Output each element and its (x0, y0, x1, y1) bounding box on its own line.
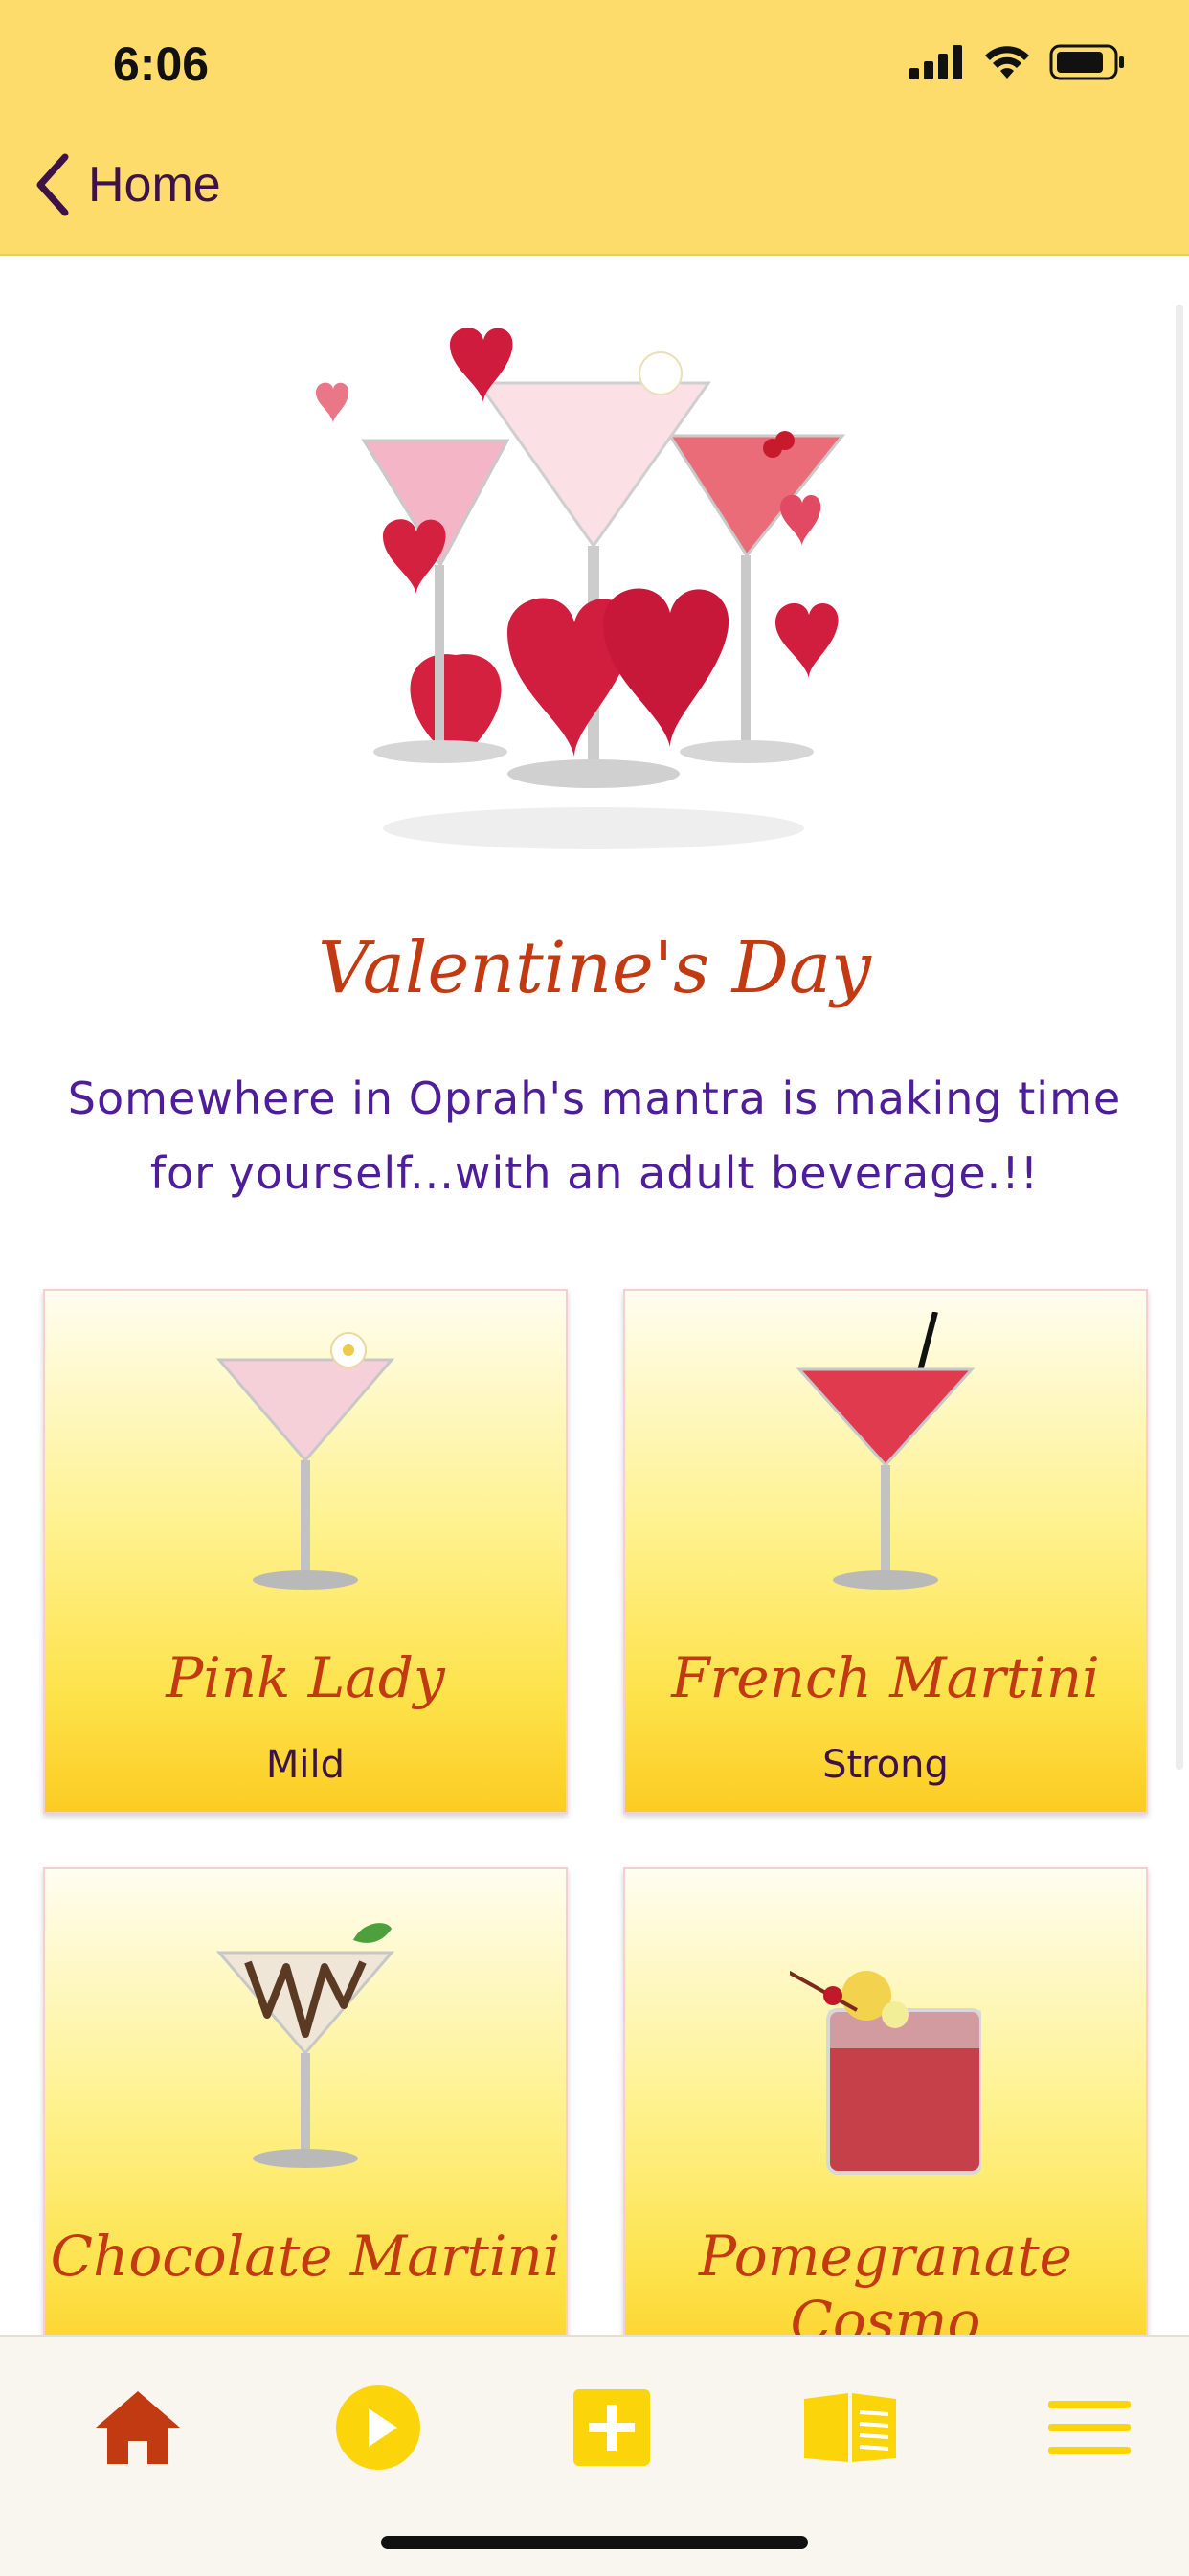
tab-book[interactable] (793, 2375, 908, 2480)
top-bar: 6:06 Home (0, 0, 1189, 256)
menu-icon (1048, 2401, 1131, 2454)
tab-home[interactable] (80, 2375, 195, 2480)
scroll-indicator[interactable] (1176, 305, 1183, 1770)
tab-play[interactable] (321, 2375, 436, 2480)
card-pink-lady[interactable]: Pink Lady Mild (43, 1289, 568, 1814)
tab-menu[interactable] (1032, 2375, 1147, 2480)
french-martini-image (796, 1312, 976, 1590)
home-icon (96, 2391, 180, 2464)
card-name: Chocolate Martini (50, 2224, 561, 2289)
card-chocolate-martini[interactable]: Chocolate Martini (43, 1867, 568, 2392)
wifi-icon (985, 46, 1029, 79)
book-icon (804, 2393, 896, 2462)
chevron-left-icon (36, 153, 69, 216)
status-icons (909, 44, 1126, 80)
play-icon (336, 2385, 420, 2470)
status-time: 6:06 (113, 37, 210, 91)
card-french-martini[interactable]: French Martini Strong (623, 1289, 1148, 1814)
back-label: Home (88, 157, 221, 213)
pomegranate-cosmo-image (790, 1970, 981, 2175)
hero-cocktails-image (316, 328, 846, 849)
card-name: Pink Lady (166, 1645, 445, 1710)
page-title: Valentine's Day (318, 927, 871, 1009)
card-strength: Mild (265, 1743, 346, 1787)
back-button[interactable]: Home (34, 153, 221, 216)
chocolate-martini-image (215, 1923, 395, 2168)
battery-icon (1049, 44, 1124, 80)
home-indicator[interactable] (381, 2536, 808, 2549)
pink-lady-image (215, 1332, 395, 1590)
card-name: French Martini (671, 1645, 1100, 1710)
signal-icon (909, 45, 962, 79)
tab-add[interactable] (554, 2375, 669, 2480)
card-pomegranate-cosmo[interactable]: Pomegranate Cosmo (623, 1867, 1148, 2392)
add-icon (573, 2389, 650, 2466)
card-strength: Strong (822, 1743, 949, 1787)
page-subtitle: Somewhere in Oprah's mantra is making ti… (67, 1073, 1122, 1199)
